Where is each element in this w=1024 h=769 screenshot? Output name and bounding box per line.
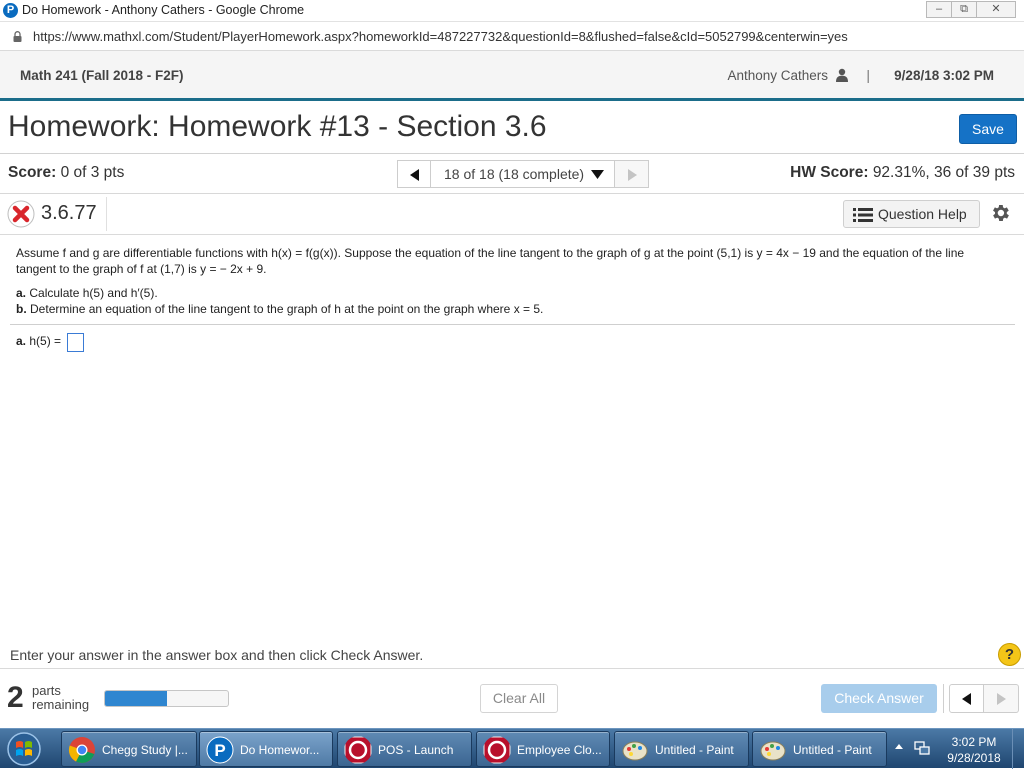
- pearson-icon: P: [206, 736, 234, 764]
- parts-remaining-label: parts remaining: [32, 684, 89, 712]
- window-title: Do Homework - Anthony Cathers - Google C…: [22, 3, 305, 17]
- divider: [943, 684, 944, 713]
- course-name: Math 241 (Fall 2018 - F2F): [20, 68, 184, 83]
- question-help-button[interactable]: Question Help: [843, 200, 980, 228]
- app-icon: [483, 736, 511, 764]
- score-value: 0 of 3 pts: [60, 164, 125, 181]
- taskbar-label: Do Homewor...: [240, 743, 320, 757]
- window-controls: ‒ ⧉ ✕: [926, 1, 1016, 18]
- part-b-text: Determine an equation of the line tangen…: [30, 302, 544, 316]
- progress-fill: [105, 691, 167, 706]
- gear-icon[interactable]: [989, 202, 1011, 224]
- paint-icon: [760, 741, 786, 761]
- taskbar-label: Employee Clo...: [517, 743, 602, 757]
- problem-statement: Assume f and g are differentiable functi…: [16, 246, 965, 276]
- taskbar: Chegg Study |... P Do Homewor... POS - L…: [0, 728, 1024, 769]
- next-question-button[interactable]: [614, 160, 649, 188]
- part-a-text: Calculate h(5) and h′(5).: [29, 286, 158, 300]
- clear-all-button[interactable]: Clear All: [480, 684, 558, 713]
- system-clock[interactable]: 3:02 PM 9/28/2018: [944, 734, 1004, 766]
- divider: [0, 153, 1024, 154]
- problem-parts: a. Calculate h(5) and h′(5). b. Determin…: [16, 285, 543, 317]
- parts-remaining-count: 2: [7, 681, 24, 714]
- score-label: Score:: [8, 164, 57, 181]
- svg-text:P: P: [214, 741, 225, 760]
- divider: [10, 324, 1015, 325]
- question-position: 18 of 18 (18 complete): [444, 166, 585, 182]
- save-button[interactable]: Save: [959, 114, 1017, 144]
- parts-progress-bar: [104, 690, 229, 707]
- close-button[interactable]: ✕: [976, 1, 1016, 18]
- part-b-label: b.: [16, 302, 27, 316]
- course-header: Math 241 (Fall 2018 - F2F) Anthony Cathe…: [0, 51, 1024, 101]
- parts-word: parts: [32, 683, 61, 698]
- taskbar-item-paint-1[interactable]: Untitled - Paint: [614, 731, 749, 767]
- list-icon: [853, 208, 873, 222]
- taskbar-item-do-homework[interactable]: P Do Homewor...: [199, 731, 333, 767]
- header-separator: |: [866, 67, 870, 83]
- app-icon: [344, 736, 372, 764]
- remaining-word: remaining: [32, 697, 90, 712]
- url-text[interactable]: https://www.mathxl.com/Student/PlayerHom…: [33, 29, 848, 44]
- incorrect-x-icon: [7, 200, 35, 228]
- windows-start-icon[interactable]: [4, 731, 44, 767]
- window-title-bar: P Do Homework - Anthony Cathers - Google…: [0, 0, 1024, 22]
- triangle-right-icon: [997, 693, 1006, 705]
- taskbar-item-employee-clock[interactable]: Employee Clo...: [476, 731, 610, 767]
- network-icon[interactable]: [914, 740, 930, 756]
- divider: [0, 234, 1024, 235]
- clock-time: 3:02 PM: [951, 735, 997, 749]
- taskbar-item-pos-launch[interactable]: POS - Launch: [337, 731, 472, 767]
- caret-down-icon: [591, 170, 604, 179]
- previous-question-button[interactable]: [397, 160, 431, 188]
- question-score: Score: 0 of 3 pts: [8, 164, 124, 182]
- answer-row: a. h(5) =: [16, 334, 61, 348]
- person-icon: [836, 68, 848, 82]
- page-title: Homework: Homework #13 - Section 3.6: [8, 110, 547, 143]
- divider: [0, 668, 1024, 669]
- help-icon[interactable]: ?: [998, 643, 1021, 666]
- paint-icon: [622, 741, 648, 761]
- instructions-text: Enter your answer in the answer box and …: [10, 647, 424, 663]
- divider: [0, 193, 1024, 194]
- taskbar-item-paint-2[interactable]: Untitled - Paint: [752, 731, 887, 767]
- answer-input[interactable]: [67, 333, 84, 352]
- taskbar-label: Untitled - Paint: [655, 743, 734, 757]
- taskbar-label: Chegg Study |...: [102, 743, 188, 757]
- homework-score: HW Score: 92.31%, 36 of 39 pts: [790, 164, 1015, 182]
- hw-score-label: HW Score:: [790, 164, 869, 181]
- user-name: Anthony Cathers: [727, 68, 828, 83]
- check-answer-button[interactable]: Check Answer: [821, 684, 937, 713]
- part-b: b. Determine an equation of the line tan…: [16, 301, 543, 317]
- question-help-label: Question Help: [878, 206, 967, 222]
- taskbar-item-chegg[interactable]: Chegg Study |...: [61, 731, 197, 767]
- address-bar[interactable]: https://www.mathxl.com/Student/PlayerHom…: [0, 23, 1024, 51]
- answer-prompt: h(5) =: [29, 334, 62, 348]
- next-button[interactable]: [984, 684, 1019, 713]
- pearson-app-icon: P: [3, 3, 18, 18]
- part-a-label: a.: [16, 286, 27, 300]
- show-desktop-button[interactable]: [1012, 729, 1024, 769]
- part-a: a. Calculate h(5) and h′(5).: [16, 285, 543, 301]
- triangle-left-icon: [410, 169, 419, 181]
- header-datetime: 9/28/18 3:02 PM: [894, 68, 994, 83]
- triangle-left-icon: [962, 693, 971, 705]
- chrome-icon: [68, 737, 95, 763]
- taskbar-label: Untitled - Paint: [793, 743, 872, 757]
- question-selector[interactable]: 18 of 18 (18 complete): [431, 160, 614, 188]
- divider: [106, 197, 107, 231]
- clock-date: 9/28/2018: [947, 751, 1001, 765]
- minimize-button[interactable]: ‒: [926, 1, 952, 18]
- restore-button[interactable]: ⧉: [951, 1, 977, 18]
- taskbar-label: POS - Launch: [378, 743, 454, 757]
- question-number: 3.6.77: [41, 202, 97, 224]
- lock-icon: [13, 31, 22, 42]
- hw-score-value: 92.31%, 36 of 39 pts: [872, 164, 1015, 181]
- show-hidden-icons-icon[interactable]: [895, 744, 903, 749]
- triangle-right-icon: [628, 169, 637, 181]
- previous-button[interactable]: [949, 684, 984, 713]
- answer-part-label: a.: [16, 334, 27, 348]
